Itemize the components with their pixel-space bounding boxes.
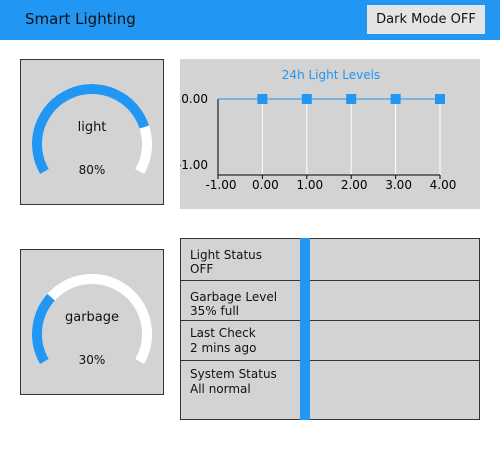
row-label: System Status xyxy=(190,367,277,381)
gauge-value-garbage: 30% xyxy=(78,353,106,367)
row-value: OFF xyxy=(190,262,214,276)
data-point xyxy=(346,94,357,104)
gauge-fill xyxy=(32,293,55,364)
status-list: Light Status OFF Garbage Level 35% full … xyxy=(180,238,480,420)
row-value: 2 mins ago xyxy=(190,341,257,355)
light-levels-chart: 24h Light Levels -1.00 0.00 1.00 2.00 3.00 4.… xyxy=(180,59,480,209)
status-row-light: Light Status OFF xyxy=(181,239,479,281)
x-tick-label: 4.00 xyxy=(430,178,457,192)
gauge-label-garbage: garbage xyxy=(64,310,120,325)
status-row-system: System Status All normal xyxy=(181,361,479,419)
x-tick-label: 0.00 xyxy=(252,178,279,192)
x-tick-label: 1.00 xyxy=(296,178,323,192)
x-tick-label: 2.00 xyxy=(341,178,368,192)
data-point xyxy=(435,94,445,104)
row-label: Last Check xyxy=(190,326,256,340)
data-point xyxy=(257,94,268,104)
row-value: 35% full xyxy=(190,304,239,318)
data-point xyxy=(301,94,312,104)
row-label: Garbage Level xyxy=(190,290,278,304)
garbage-gauge-card: garbage 30% xyxy=(20,249,164,395)
gauge-value-light: 80% xyxy=(78,163,106,177)
app-header: Smart Lighting Dark Mode OFF xyxy=(0,0,500,40)
data-point xyxy=(390,94,401,104)
dark-mode-toggle-button[interactable]: Dark Mode OFF xyxy=(367,5,485,34)
status-row-last-check: Last Check 2 mins ago xyxy=(181,321,479,361)
chart-title: 24h Light Levels xyxy=(282,68,380,82)
y-tick-label: 0.00 xyxy=(181,92,208,106)
light-gauge-card: light 80% xyxy=(20,59,164,205)
status-list-scrollbar[interactable] xyxy=(300,238,310,420)
y-tick-label: -1.00 xyxy=(180,158,208,172)
status-row-garbage: Garbage Level 35% full xyxy=(181,281,479,321)
gauge-label-light: light xyxy=(77,120,107,135)
x-tick-label: -1.00 xyxy=(205,178,236,192)
row-value: All normal xyxy=(190,382,251,396)
x-tick-label: 3.00 xyxy=(385,178,412,192)
row-label: Light Status xyxy=(190,248,262,262)
app-title: Smart Lighting xyxy=(25,10,136,28)
chart-plot: 24h Light Levels -1.00 0.00 1.00 2.00 3.00 4.… xyxy=(180,68,457,192)
